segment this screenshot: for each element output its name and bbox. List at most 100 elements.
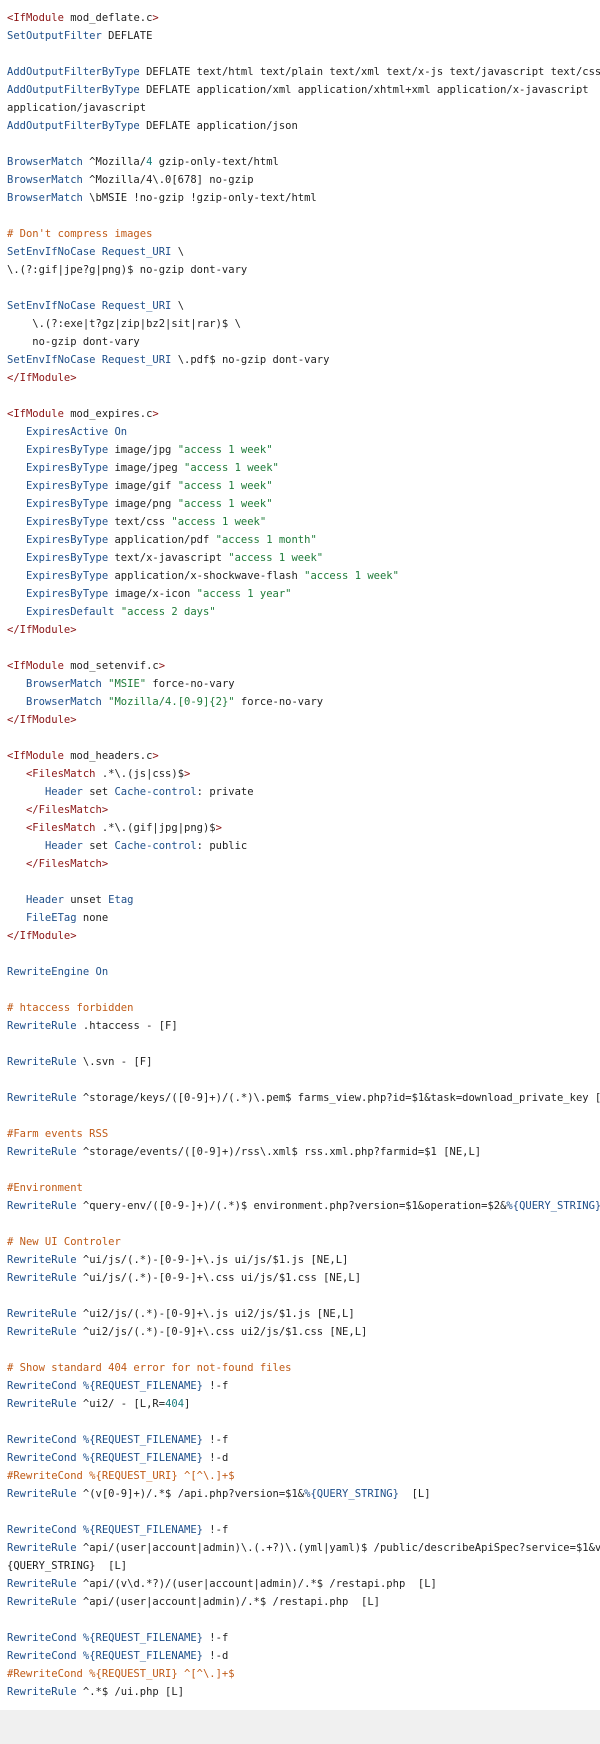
code-token: "access 1 month" [215, 534, 317, 546]
code-line: RewriteRule .htaccess - [F] [7, 1017, 600, 1035]
code-token: ExpiresByType [25, 480, 109, 492]
code-token: %{QUERY_STRING} [304, 1488, 399, 1500]
code-token: <IfModule [7, 12, 64, 24]
code-line: ExpiresByType image/x-icon "access 1 yea… [7, 585, 600, 603]
code-token: BrowserMatch [25, 678, 102, 690]
code-token: ^query-env/([0-9-]+)/(.*)$ environment.p… [76, 1200, 507, 1212]
code-token: RewriteRule [7, 1146, 77, 1158]
code-line: RewriteCond %{REQUEST_FILENAME} !-f [7, 1431, 600, 1449]
code-token: RewriteRule [7, 1200, 77, 1212]
code-token: gzip-only-text/html [152, 156, 279, 168]
code-token: !-f [202, 1632, 229, 1644]
code-line: \.(?:exe|t?gz|zip|bz2|sit|rar)$ \ [7, 315, 600, 333]
code-token: BrowserMatch [7, 192, 83, 204]
code-token: Header [44, 786, 83, 798]
code-token: <FilesMatch [25, 768, 96, 780]
code-token: "Mozilla/4.[0-9]{2}" [108, 696, 235, 708]
code-line: # htaccess forbidden [7, 999, 600, 1017]
code-line: RewriteCond %{REQUEST_FILENAME} !-f [7, 1521, 600, 1539]
code-token: ^ui2/js/(.*)-[0-9]+\.css ui2/js/$1.css [… [76, 1326, 368, 1338]
code-line: #RewriteCond %{REQUEST_URI} ^[^\.]+$ [7, 1665, 600, 1683]
code-token: Header [25, 894, 64, 906]
code-line: <IfModule mod_setenvif.c> [7, 657, 600, 675]
code-token: AddOutputFilterByType [7, 120, 140, 132]
code-token: \ [171, 300, 185, 312]
code-token: !-d [202, 1650, 229, 1662]
code-token: RewriteRule [7, 1020, 77, 1032]
code-token: %{REQUEST_FILENAME} [82, 1434, 203, 1446]
code-line: \.(?:gif|jpe?g|png)$ no-gzip dont-vary [7, 261, 600, 279]
code-token: BrowserMatch [7, 174, 83, 186]
code-token: "access 1 year" [196, 588, 292, 600]
code-line: ​ [7, 1413, 600, 1431]
code-token: %{REQUEST_FILENAME} [82, 1632, 203, 1644]
code-token: RewriteEngine [7, 966, 90, 978]
code-token: ExpiresByType [25, 588, 109, 600]
code-line: ExpiresByType application/x-shockwave-fl… [7, 567, 600, 585]
code-token: </FilesMatch> [25, 804, 109, 816]
code-line: ExpiresByType text/x-javascript "access … [7, 549, 600, 567]
code-line: # Show standard 404 error for not-found … [7, 1359, 600, 1377]
code-token: application/javascript [7, 102, 147, 114]
code-line: ExpiresDefault "access 2 days" [7, 603, 600, 621]
code-token: RewriteRule [7, 1308, 77, 1320]
code-token: "access 1 week" [228, 552, 324, 564]
code-token: ^api/(user|account|admin)/.*$ /restapi.p… [76, 1596, 380, 1608]
code-line: Header set Cache-control: public [7, 837, 600, 855]
code-line: ExpiresActive On [7, 423, 600, 441]
code-line: RewriteRule ^ui/js/(.*)-[0-9-]+\.js ui/j… [7, 1251, 600, 1269]
code-token: : private [196, 786, 254, 798]
code-token: %{REQUEST_FILENAME} [82, 1650, 203, 1662]
code-line: BrowserMatch \bMSIE !no-gzip !gzip-only-… [7, 189, 600, 207]
code-token: force-no-vary [146, 678, 235, 690]
code-line: <FilesMatch .*\.(gif|jpg|png)$> [7, 819, 600, 837]
code-token: image/gif [108, 480, 178, 492]
code-token: RewriteRule [7, 1326, 77, 1338]
code-token: !-f [202, 1434, 229, 1446]
code-token: mod_expires.c [63, 408, 153, 420]
code-line: ​ [7, 135, 600, 153]
code-token: mod_headers.c [63, 750, 153, 762]
code-token: : public [196, 840, 248, 852]
code-token: RewriteRule [7, 1542, 77, 1554]
code-token: force-no-vary [234, 696, 324, 708]
code-token: %{REQUEST_FILENAME} [82, 1524, 203, 1536]
code-token: RewriteRule [7, 1596, 77, 1608]
code-token: %{REQUEST_FILENAME} [82, 1380, 203, 1392]
code-line: ​ [7, 387, 600, 405]
code-token: \.pdf$ no-gzip dont-vary [171, 354, 330, 366]
code-token: "access 1 week" [304, 570, 399, 582]
code-token: # htaccess forbidden [7, 1002, 134, 1014]
code-line: </IfModule> [7, 369, 600, 387]
code-token: On [114, 426, 128, 438]
code-line: ExpiresByType image/gif "access 1 week" [7, 477, 600, 495]
code-token: image/jpeg [108, 462, 185, 474]
code-token: AddOutputFilterByType [7, 84, 140, 96]
code-token: ^ui2/ - [L,R= [76, 1398, 166, 1410]
code-token: RewriteRule [7, 1398, 77, 1410]
code-token: ExpiresByType [25, 462, 109, 474]
code-line: RewriteCond %{REQUEST_FILENAME} !-d [7, 1647, 600, 1665]
code-line: RewriteCond %{REQUEST_FILENAME} !-f [7, 1377, 600, 1395]
code-token: RewriteCond [7, 1434, 77, 1446]
code-line: RewriteRule ^api/(user|account|admin)/.*… [7, 1593, 600, 1611]
code-token: "access 1 week" [177, 444, 273, 456]
code-token: no-gzip dont-vary [7, 336, 140, 348]
code-line: ​ [7, 639, 600, 657]
code-line: </IfModule> [7, 621, 600, 639]
code-token: unset [63, 894, 109, 906]
code-token: SetEnvIfNoCase [7, 300, 96, 312]
code-token: \.(?:exe|t?gz|zip|bz2|sit|rar)$ \ [7, 318, 241, 330]
code-line: RewriteRule ^api/(user|account|admin)\.(… [7, 1539, 600, 1557]
code-line: ExpiresByType application/pdf "access 1 … [7, 531, 600, 549]
code-token: ExpiresDefault [25, 606, 115, 618]
code-token: #RewriteCond %{REQUEST_URI} ^[^\.]+$ [7, 1470, 235, 1482]
code-token: .htaccess - [F] [76, 1020, 178, 1032]
code-line: RewriteCond %{REQUEST_FILENAME} !-d [7, 1449, 600, 1467]
code-token: RewriteCond [7, 1632, 77, 1644]
code-token: </IfModule> [7, 714, 77, 726]
